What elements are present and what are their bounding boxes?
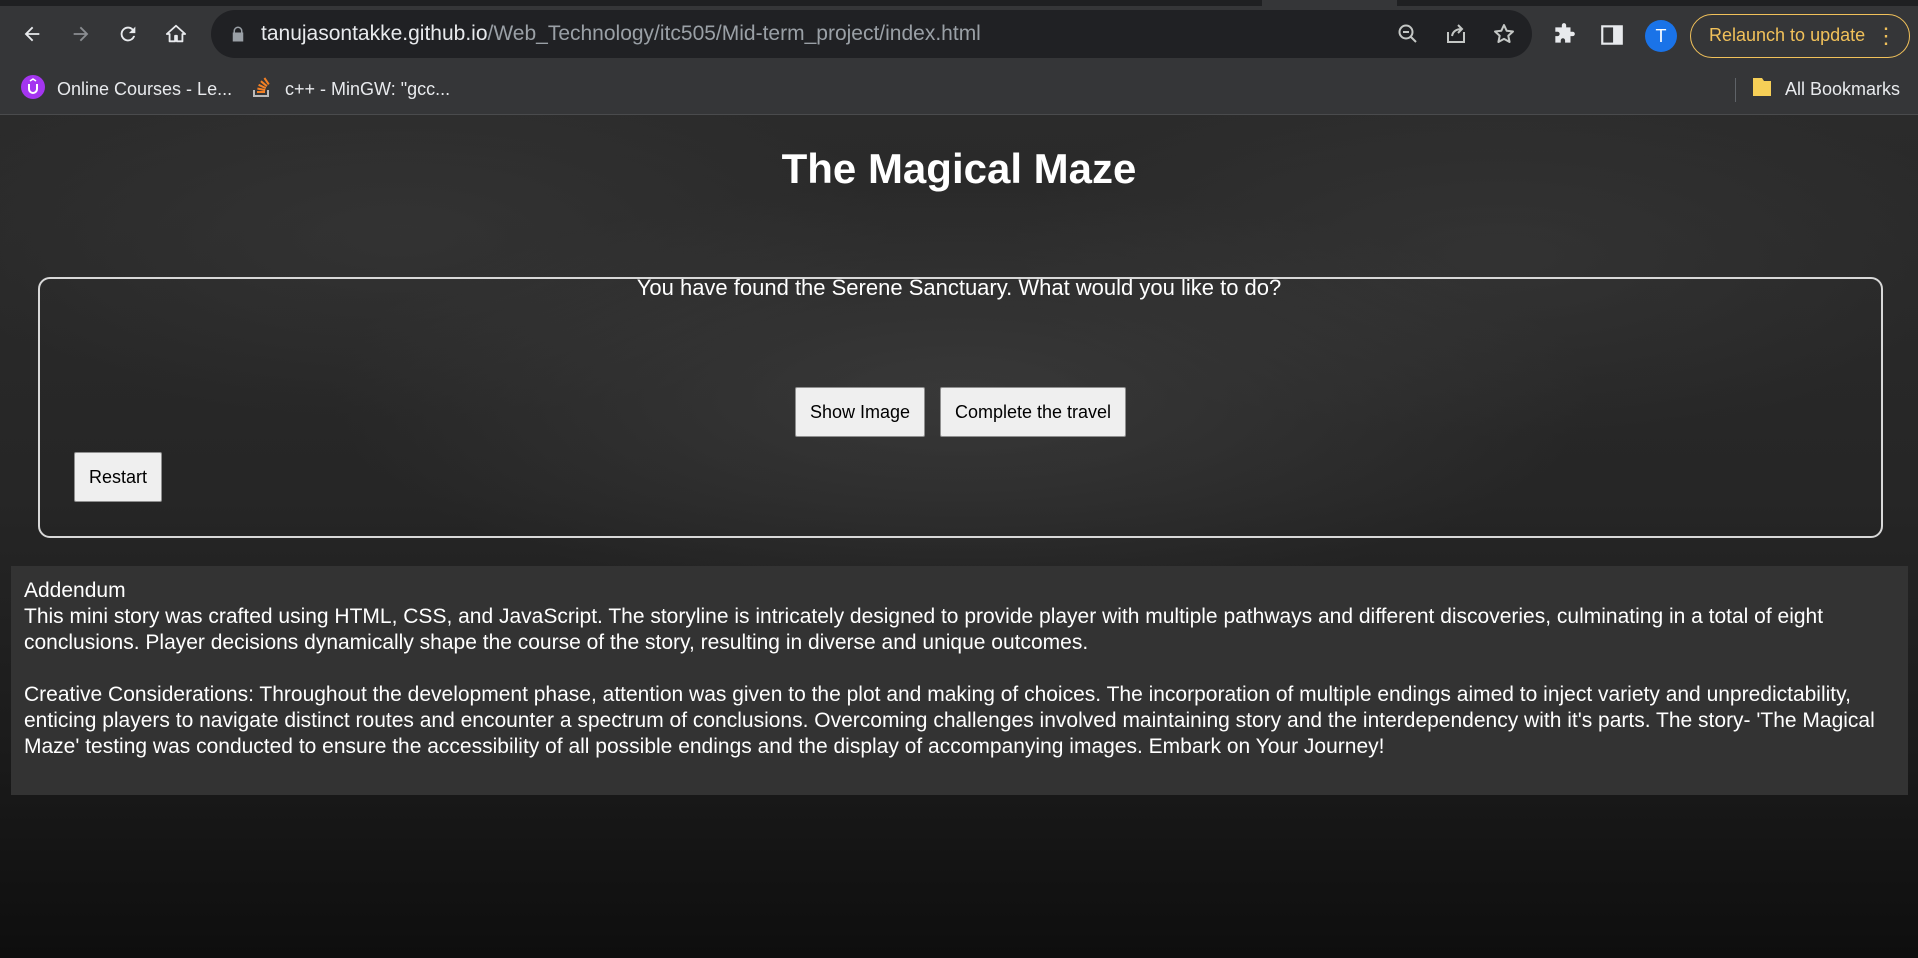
back-button[interactable] — [14, 16, 50, 52]
all-bookmarks-button[interactable]: All Bookmarks — [1785, 72, 1900, 106]
folder-icon — [1753, 78, 1771, 96]
bookmarks-bar: Online Courses - Le... c++ - MinGW: "gcc… — [0, 64, 1918, 114]
home-icon — [165, 24, 187, 43]
addendum-paragraph: Creative Considerations: Throughout the … — [24, 683, 1875, 758]
reload-button[interactable] — [110, 16, 146, 52]
page-title: The Magical Maze — [781, 145, 1137, 192]
forward-button[interactable] — [63, 16, 99, 52]
bookmark-online-courses[interactable]: Online Courses - Le... — [57, 72, 232, 106]
url-path: /Web_Technology/itc505/Mid-term_project/… — [487, 22, 981, 45]
udemy-favicon-icon — [21, 75, 45, 99]
page-content: The Magical Maze You have found the Sere… — [0, 115, 1918, 958]
stackoverflow-favicon-icon — [253, 77, 270, 97]
browser-chrome: tanujasontakke.github.io/Web_Technology/… — [0, 0, 1918, 115]
share-button[interactable] — [1444, 22, 1468, 46]
addendum-section: Addendum This mini story was crafted usi… — [11, 566, 1908, 795]
restart-button[interactable]: Restart — [74, 452, 162, 502]
side-panel-icon — [1601, 25, 1623, 45]
address-bar[interactable]: tanujasontakke.github.io/Web_Technology/… — [211, 10, 1532, 58]
side-panel-button[interactable] — [1599, 22, 1625, 48]
star-icon — [1494, 24, 1514, 43]
bookmark-mingw[interactable]: c++ - MinGW: "gcc... — [285, 72, 450, 106]
relaunch-button[interactable]: Relaunch to update ⋮ — [1690, 14, 1910, 58]
browser-toolbar: tanujasontakke.github.io/Web_Technology/… — [0, 6, 1918, 64]
complete-travel-button[interactable]: Complete the travel — [940, 387, 1126, 437]
more-menu-icon[interactable]: ⋮ — [1875, 15, 1897, 56]
puzzle-icon — [1555, 23, 1575, 43]
story-text: You have found the Serene Sanctuary. Wha… — [636, 275, 1282, 300]
zoom-button[interactable] — [1396, 22, 1420, 46]
lock-icon[interactable] — [229, 25, 247, 43]
bookmarks-separator — [1735, 78, 1736, 102]
arrow-right-icon — [73, 26, 89, 42]
relaunch-label: Relaunch to update — [1709, 25, 1866, 45]
home-button[interactable] — [158, 16, 194, 52]
arrow-left-icon — [24, 26, 40, 42]
addendum-paragraph: This mini story was crafted using HTML, … — [24, 605, 1824, 654]
addendum-heading: Addendum — [24, 579, 126, 602]
reload-icon — [120, 26, 136, 42]
url-host: tanujasontakke.github.io — [261, 22, 488, 45]
profile-avatar[interactable]: T — [1645, 20, 1677, 52]
extensions-button[interactable] — [1551, 22, 1577, 48]
show-image-button[interactable]: Show Image — [795, 387, 925, 437]
zoom-out-icon — [1398, 24, 1417, 43]
url-text[interactable]: tanujasontakke.github.io/Web_Technology/… — [261, 10, 981, 58]
bookmark-star-button[interactable] — [1492, 22, 1516, 46]
share-icon — [1447, 24, 1465, 43]
